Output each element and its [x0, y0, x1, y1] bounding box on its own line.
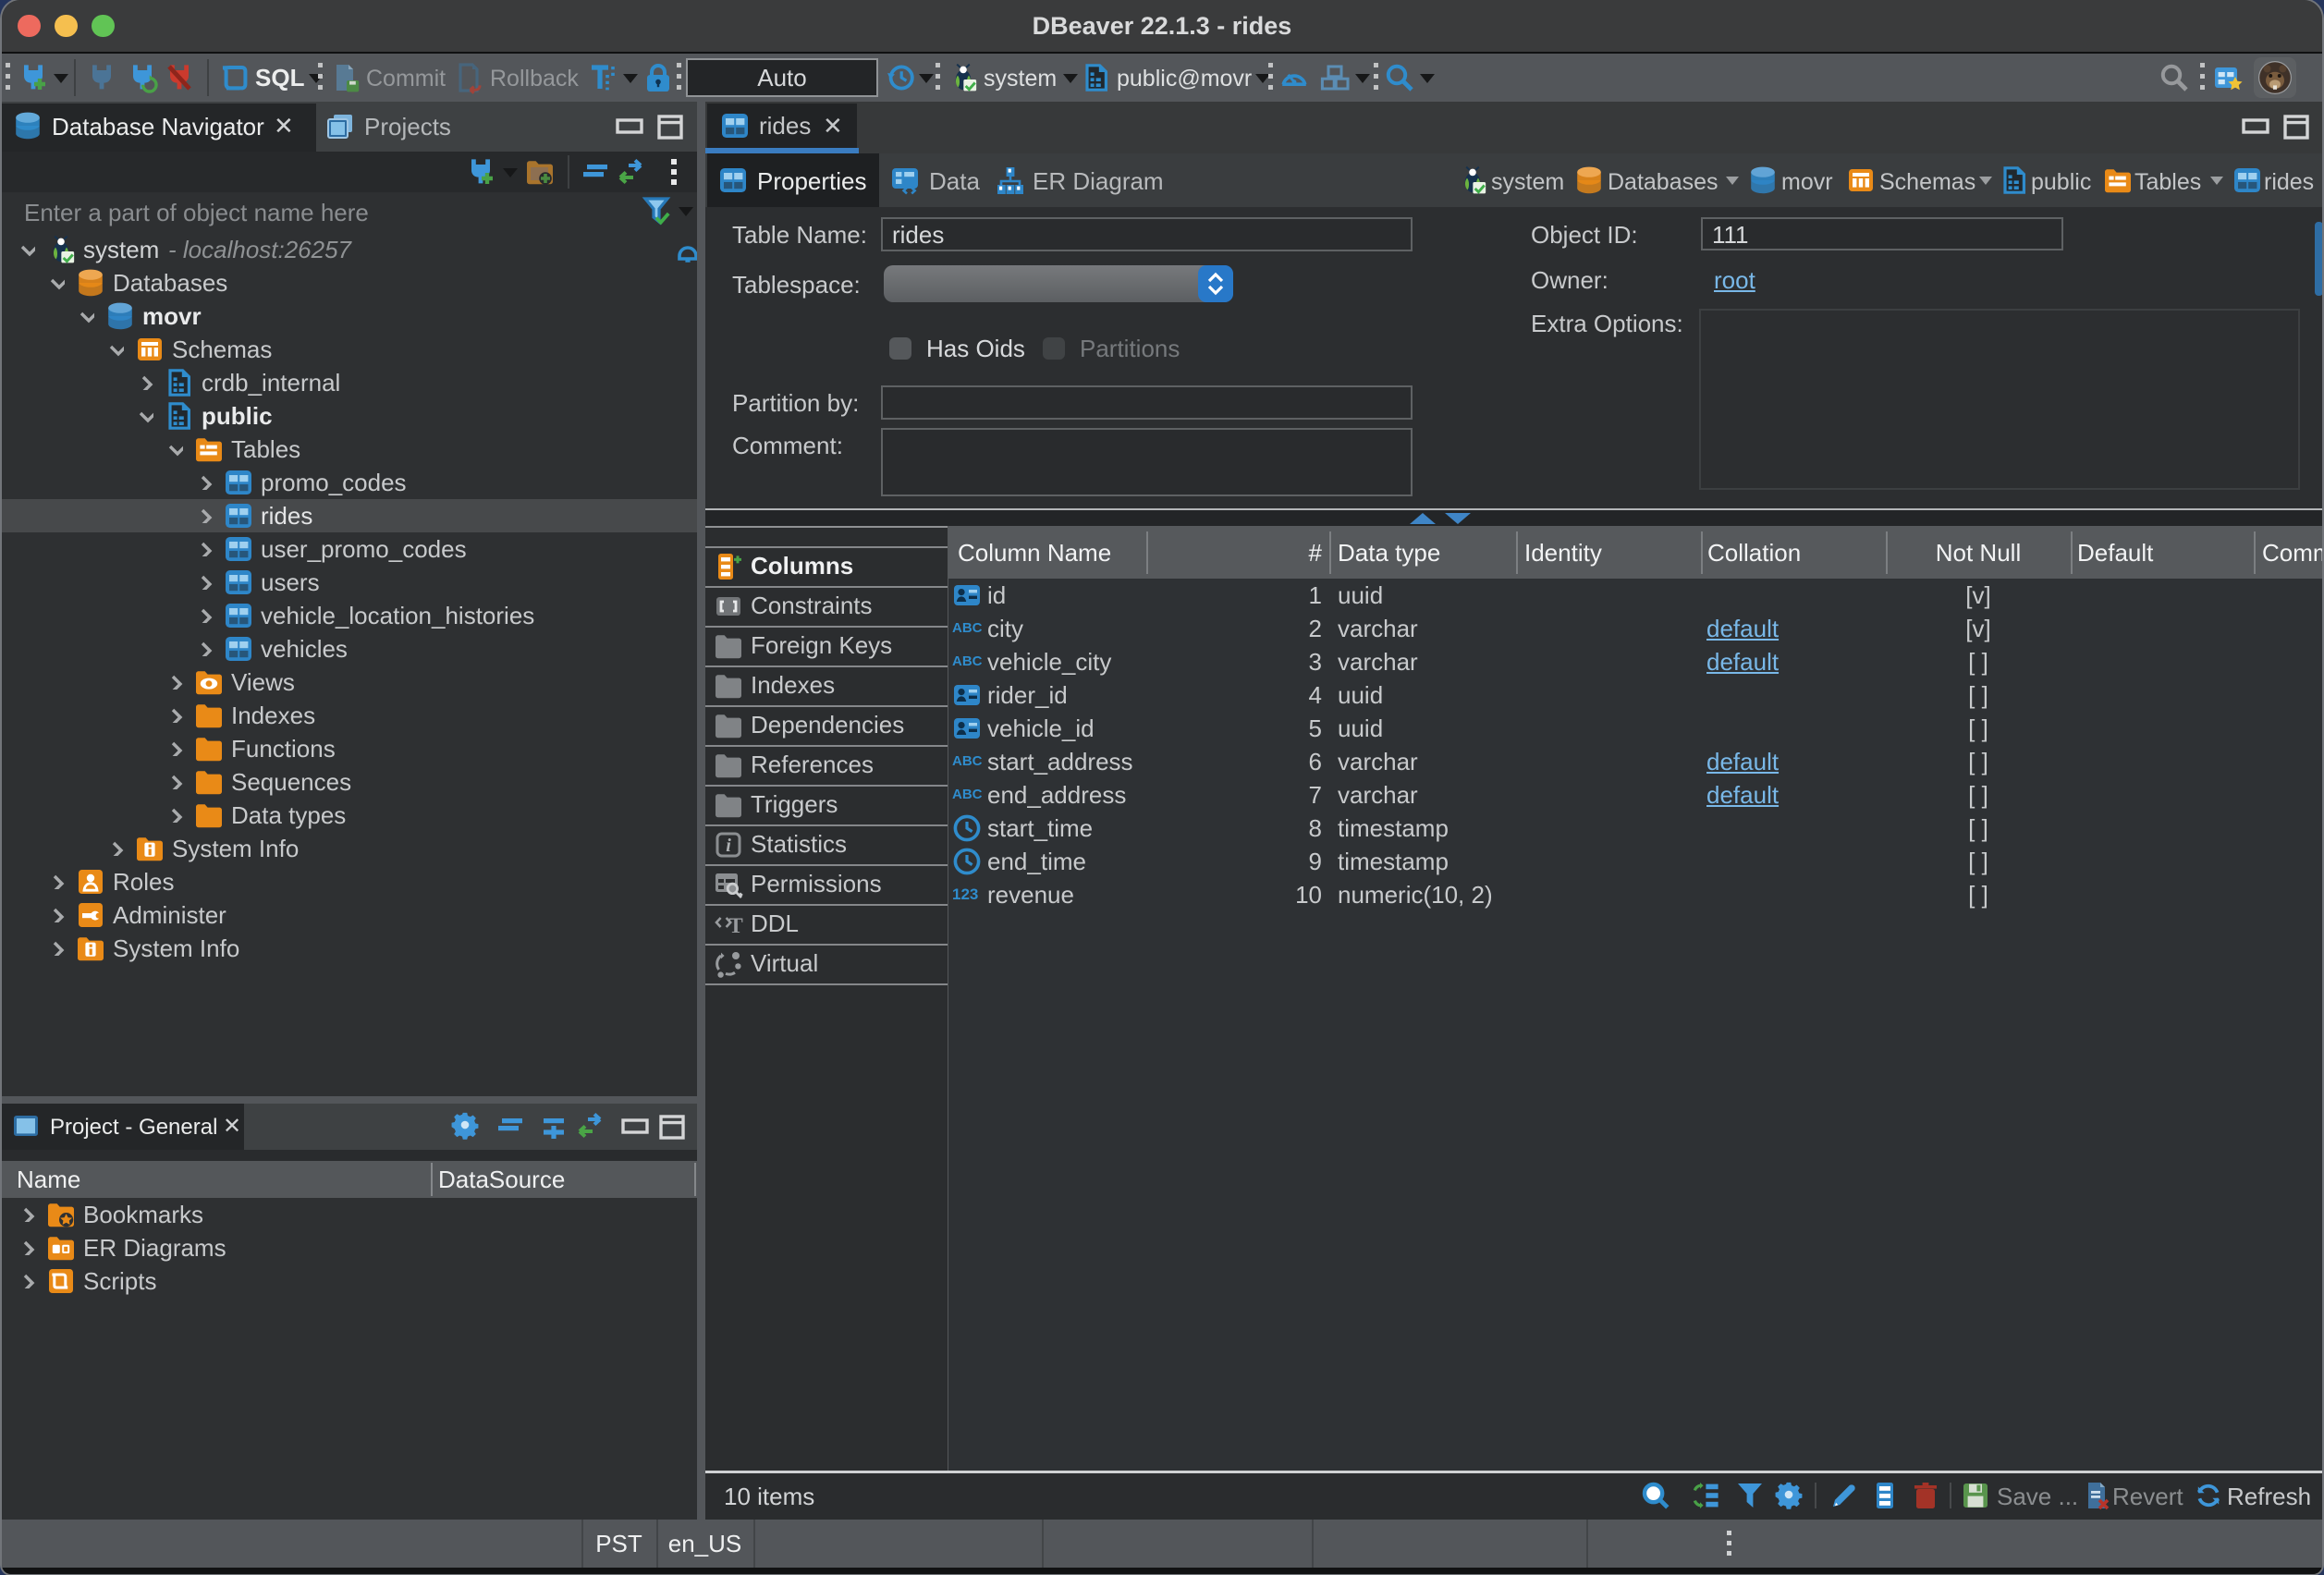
svg-text:T: T — [728, 914, 742, 937]
svg-text:i: i — [726, 836, 731, 856]
